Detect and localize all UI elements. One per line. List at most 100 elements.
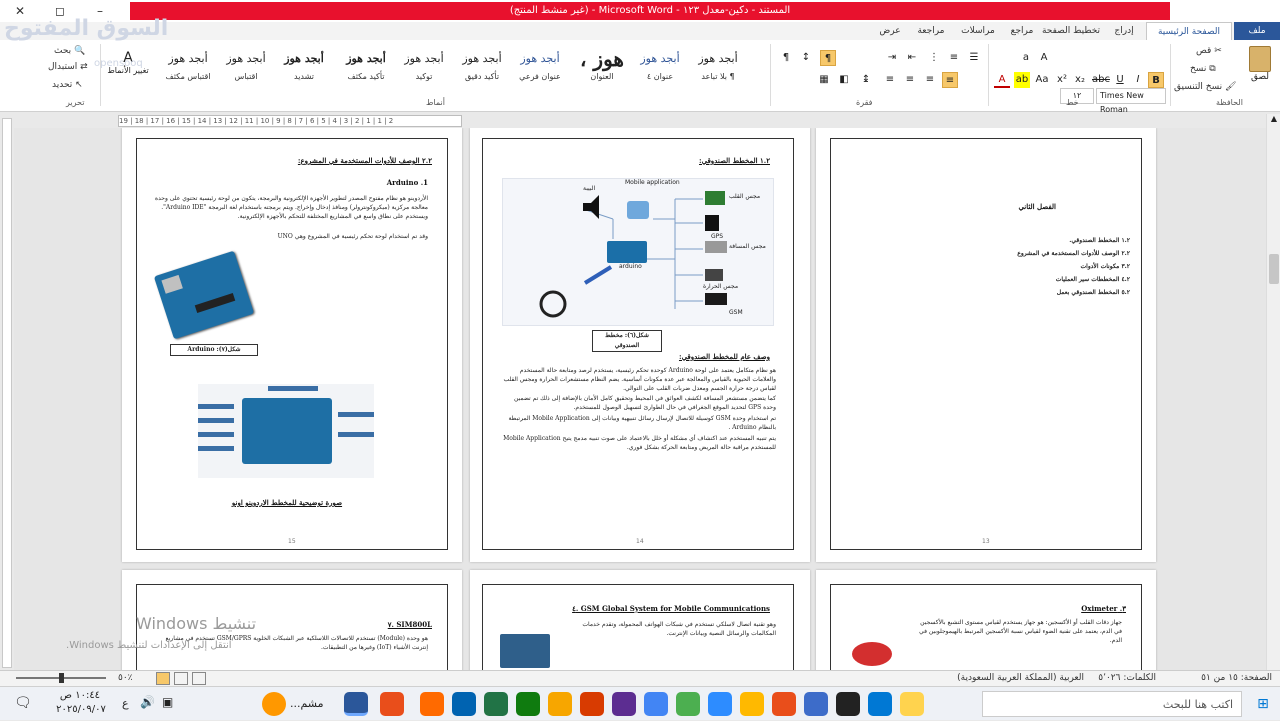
tab-review[interactable]: مراجعة [910, 22, 952, 40]
clock-time[interactable]: ١٠:٤٤ ص [50, 690, 110, 701]
decrease-indent-button[interactable]: ⇤ [904, 50, 920, 66]
document-page-16[interactable]: ٣. Oximeter جهاز دقات القلب أو الأكسجين:… [816, 570, 1156, 670]
web-layout-view-button[interactable] [192, 672, 206, 685]
italic-button[interactable]: I [1130, 72, 1146, 88]
scroll-up-icon[interactable]: ▲ [1267, 114, 1280, 128]
style-3[interactable]: هوز ، العنوان [574, 46, 630, 90]
align-left-button[interactable]: ≡ [902, 72, 918, 88]
network-icon[interactable]: ▣ [162, 695, 173, 709]
edge-icon[interactable] [868, 692, 892, 716]
copy-label: نسخ [1190, 64, 1207, 74]
notification-icon[interactable]: 🗨 [14, 695, 32, 711]
store-icon[interactable] [836, 692, 860, 716]
rtl-paragraph-button[interactable]: ¶ [820, 50, 836, 66]
excel-icon[interactable] [516, 692, 540, 716]
word-taskbar-icon[interactable] [344, 692, 368, 716]
line-spacing-button[interactable]: ↨ [858, 72, 874, 88]
borders-button[interactable]: ▦ [816, 72, 832, 88]
change-case-button[interactable]: Aa [1034, 72, 1050, 88]
style-8[interactable]: أبجد هوز تشديد [276, 46, 332, 90]
increase-indent-button[interactable]: ⇥ [884, 50, 900, 66]
style-4[interactable]: أبجد هوز عنوان فرعي [512, 46, 568, 90]
file-explorer-icon[interactable] [900, 692, 924, 716]
zoom-app-icon[interactable] [708, 692, 732, 716]
underline-button[interactable]: U [1112, 72, 1128, 88]
tab-view[interactable]: عرض [872, 22, 908, 40]
volume-icon[interactable]: 🔊 [140, 695, 155, 709]
grow-font-button[interactable]: A [1036, 50, 1052, 66]
whatsapp-icon[interactable] [676, 692, 700, 716]
replace-button[interactable]: ⇄ استبدال [48, 62, 88, 72]
tab-mailings[interactable]: مراسلات [954, 22, 1002, 40]
paste-button[interactable]: لصق [1244, 44, 1276, 90]
copy-button[interactable]: ⧉ نسخ [1190, 64, 1216, 74]
show-marks-button[interactable]: ¶ [778, 50, 794, 66]
multilevel-list-button[interactable]: ⋮ [926, 50, 942, 66]
style-5[interactable]: أبجد هوز تأكيد دقيق [454, 46, 510, 90]
bullets-button[interactable]: ☰ [966, 50, 982, 66]
zoom-slider-thumb[interactable] [59, 673, 64, 683]
app-icon[interactable] [772, 692, 796, 716]
font-name-dropdown[interactable]: Times New Roman [1096, 88, 1166, 114]
cut-button[interactable]: ✂ قص [1196, 46, 1222, 56]
app-icon[interactable] [452, 692, 476, 716]
windows-start-icon[interactable]: ⊞ [1246, 687, 1280, 721]
format-painter-button[interactable]: 🖌 نسخ التنسيق [1174, 82, 1236, 92]
strikethrough-button[interactable]: abc [1092, 72, 1110, 88]
style-9[interactable]: أبجد هوز اقتباس [218, 46, 274, 90]
zoom-level[interactable]: ٥٠٪ [118, 673, 133, 683]
separator [988, 44, 989, 106]
powerpoint-icon[interactable] [580, 692, 604, 716]
vertical-ruler[interactable] [2, 118, 12, 668]
running-app-label[interactable]: مشم... [290, 697, 324, 710]
document-page-17[interactable]: ٤. GSM Global System for Mobile Communic… [470, 570, 810, 670]
document-workspace[interactable]: الفصل الثاني ١.٢ المخطط الصندوقي. ٢.٢ الو… [14, 128, 1266, 670]
print-layout-view-button[interactable] [156, 672, 170, 685]
tab-page-layout[interactable]: تخطيط الصفحة [1040, 22, 1102, 40]
shading-button[interactable]: ◧ [836, 72, 852, 88]
horizontal-ruler[interactable]: 19 | 18 | 17 | 16 | 15 | 14 | 13 | 12 | … [118, 115, 462, 127]
vertical-scrollbar[interactable]: ▲ [1266, 114, 1280, 670]
style-7[interactable]: أبجد هوز تأكيد مكثف [338, 46, 394, 90]
scrollbar-thumb[interactable] [1269, 254, 1279, 284]
clock-date[interactable]: ٢٠٢٥/٠٩/٠٧ [46, 704, 116, 715]
app-icon[interactable] [262, 692, 286, 716]
superscript-button[interactable]: x² [1054, 72, 1070, 88]
taskbar-search-input[interactable]: اكتب هنا للبحث [982, 691, 1242, 717]
document-page-15[interactable]: ٢.٢ الوصف للأدوات المستخدمة في المشروع: … [122, 128, 462, 562]
tab-file[interactable]: ملف [1234, 22, 1280, 40]
style-10[interactable]: أبجد هوز اقتباس مكثف [160, 46, 216, 90]
app-icon[interactable] [612, 692, 636, 716]
shrink-font-button[interactable]: a [1018, 50, 1034, 66]
subscript-button[interactable]: x₂ [1072, 72, 1088, 88]
tab-insert[interactable]: إدراج [1104, 22, 1144, 40]
chrome-icon[interactable] [644, 692, 668, 716]
app-icon[interactable] [484, 692, 508, 716]
language-indicator[interactable]: العربية (المملكة العربية السعودية) [957, 673, 1084, 683]
find-button[interactable]: 🔍 بحث [54, 46, 85, 56]
app-icon[interactable] [380, 692, 404, 716]
style-6[interactable]: أبجد هوز توكيد [396, 46, 452, 90]
sort-button[interactable]: ↕ [798, 50, 814, 66]
app-icon[interactable] [548, 692, 572, 716]
document-page-14[interactable]: ١.٢ المخطط الصندوقي: Mobile application … [470, 128, 810, 562]
font-color-button[interactable]: A [994, 72, 1010, 88]
style-2[interactable]: أبجد هوز عنوان ٤ [632, 46, 688, 90]
word-count[interactable]: الكلمات: ٥٬٠٢٦ [1098, 673, 1156, 683]
full-screen-view-button[interactable] [174, 672, 188, 685]
input-language[interactable]: ع [122, 697, 129, 710]
numbering-button[interactable]: ≡ [946, 50, 962, 66]
task-view-icon[interactable] [804, 692, 828, 716]
select-button[interactable]: ↖ تحديد [52, 80, 83, 90]
align-right-button[interactable]: ≡ [942, 72, 958, 88]
style-1[interactable]: أبجد هوز ¶ بلا تباعد [690, 46, 746, 90]
highlight-color-button[interactable]: ab [1014, 72, 1030, 88]
page-count[interactable]: الصفحة: ١٥ من ٥١ [1201, 673, 1272, 683]
align-center-button[interactable]: ≡ [922, 72, 938, 88]
document-page-13[interactable]: الفصل الثاني ١.٢ المخطط الصندوقي. ٢.٢ الو… [816, 128, 1156, 562]
app-icon[interactable] [420, 692, 444, 716]
tab-references[interactable]: مراجع [1004, 22, 1040, 40]
app-icon[interactable] [740, 692, 764, 716]
justify-button[interactable]: ≡ [882, 72, 898, 88]
tab-home[interactable]: الصفحة الرئيسية [1146, 22, 1232, 40]
